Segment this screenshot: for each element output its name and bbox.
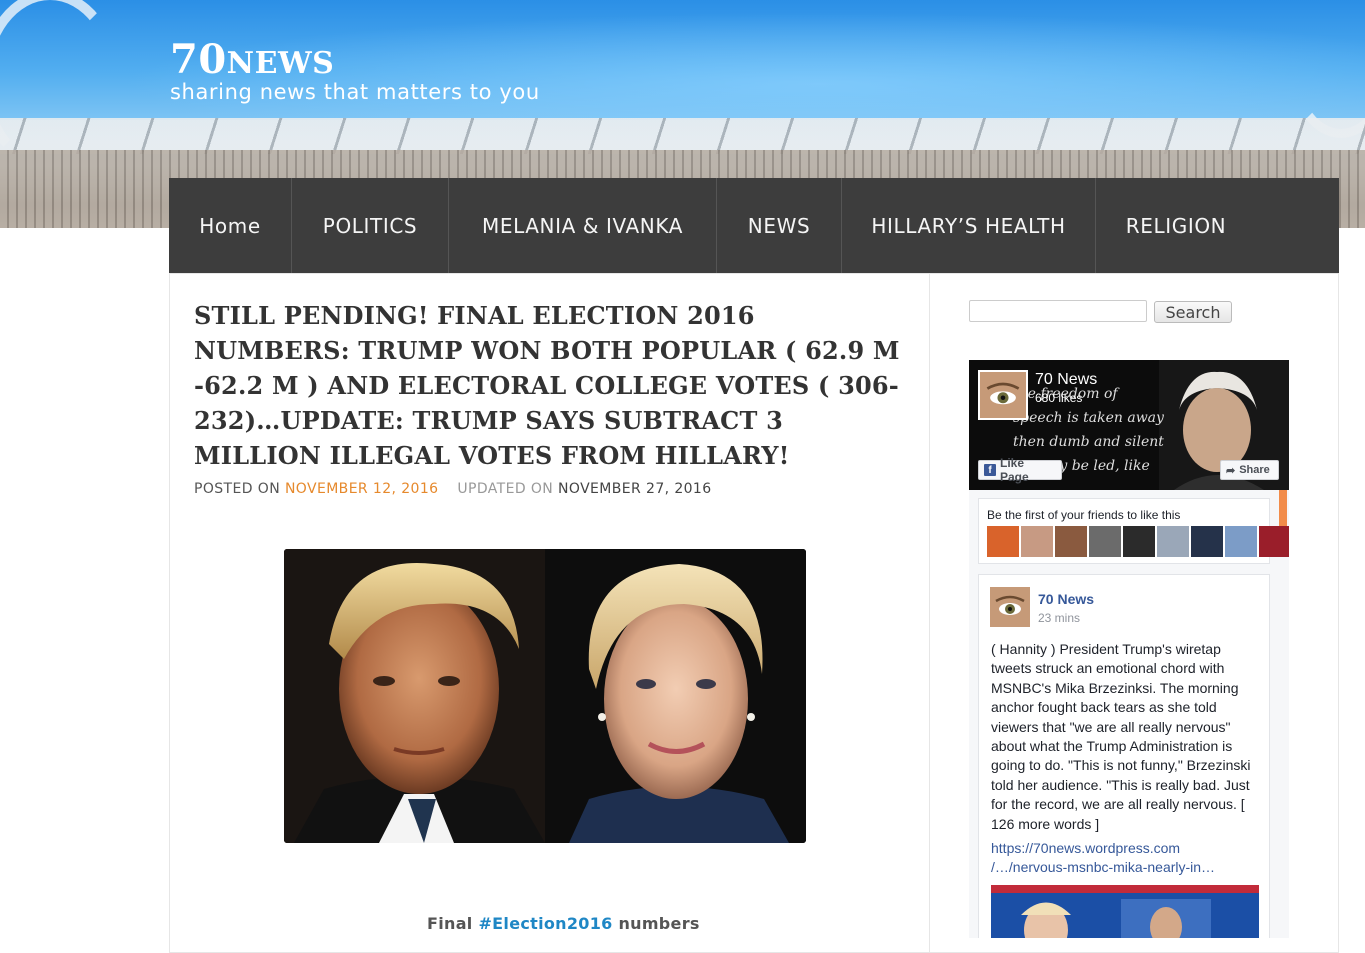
search-button[interactable]: Search [1154, 301, 1232, 323]
friend-avatars [987, 526, 1289, 557]
fb-page-name[interactable]: 70 News [1035, 371, 1097, 389]
article-photo [284, 549, 806, 843]
post-text: ( Hannity ) President Trump's wiretap tw… [991, 641, 1251, 832]
nav-item-news[interactable]: NEWS [717, 178, 842, 273]
facebook-post: 70 News 23 mins ( Hannity ) President Tr… [978, 574, 1270, 938]
main-nav: Home POLITICS MELANIA & IVANKA NEWS HILL… [169, 178, 1339, 273]
updated-date: NOVEMBER 27, 2016 [558, 481, 712, 497]
post-image[interactable] [991, 885, 1259, 938]
share-button[interactable]: ➦ Share [1220, 460, 1279, 480]
article-photo-graphic [284, 549, 806, 843]
friend-avatar[interactable] [1089, 526, 1121, 557]
search-input[interactable] [969, 300, 1147, 322]
post-meta: POSTED ON NOVEMBER 12, 2016 UPDATED ON N… [194, 481, 712, 497]
friends-box: Be the first of your friends to like thi… [978, 498, 1289, 564]
posted-label: POSTED ON [194, 481, 281, 497]
friend-avatar[interactable] [1055, 526, 1087, 557]
share-arrow-icon: ➦ [1226, 464, 1236, 477]
post-link[interactable]: https://70news.wordpress.com /…/nervous-… [991, 839, 1263, 878]
hashtag-link[interactable]: #Election2016 [478, 914, 612, 933]
page-avatar[interactable] [978, 370, 1028, 420]
post-image-graphic [991, 885, 1259, 938]
friend-avatar[interactable] [1157, 526, 1189, 557]
friend-avatar[interactable] [1191, 526, 1223, 557]
caption-suffix: numbers [612, 914, 700, 933]
post-link-line-1[interactable]: https://70news.wordpress.com [991, 839, 1263, 858]
facebook-page-widget: the freedom of speech is taken away then… [969, 360, 1289, 938]
site-title-rest[interactable]: NEWS [227, 46, 335, 81]
friend-avatar[interactable] [1123, 526, 1155, 557]
nav-item-home[interactable]: Home [169, 178, 292, 273]
nav-item-politics[interactable]: POLITICS [292, 178, 449, 273]
share-label: Share [1239, 464, 1270, 476]
site-title-prefix[interactable]: 70 [170, 36, 227, 83]
nav-item-melania-ivanka[interactable]: MELANIA & IVANKA [449, 178, 717, 273]
post-title: Still Pending! Final Election 2016 Numbe… [194, 301, 900, 470]
nav-item-religion[interactable]: RELIGION [1096, 178, 1256, 273]
facebook-f-icon: f [984, 464, 996, 476]
facebook-cover[interactable]: the freedom of speech is taken away then… [969, 360, 1289, 490]
friend-avatar[interactable] [1259, 526, 1289, 557]
post-link-line-2[interactable]: /…/nervous-msnbc-mika-nearly-in… [991, 858, 1263, 877]
site-title[interactable]: 70NEWS [170, 36, 334, 83]
friend-avatar[interactable] [987, 526, 1019, 557]
banner-pool-edge [0, 118, 1365, 154]
friends-text: Be the first of your friends to like thi… [987, 508, 1181, 522]
caption-prefix: Final [427, 914, 479, 933]
sidebar-divider [929, 273, 930, 953]
like-page-button[interactable]: f Like Page [978, 456, 1062, 484]
post-author-name[interactable]: 70 News [1038, 591, 1094, 607]
nav-item-hillarys-health[interactable]: HILLARY’S HEALTH [842, 178, 1096, 273]
updated-label: UPDATED ON [457, 481, 554, 497]
friend-avatar[interactable] [1021, 526, 1053, 557]
site-tagline: sharing news that matters to you [170, 80, 540, 104]
like-page-label: Like Page [1000, 456, 1029, 484]
photo-caption: Final #Election2016 numbers [427, 914, 700, 933]
posted-date-link[interactable]: NOVEMBER 12, 2016 [285, 481, 439, 497]
post-timestamp[interactable]: 23 mins [1038, 611, 1080, 625]
fb-like-count: 680 likes [1035, 391, 1083, 405]
post-author-avatar[interactable] [990, 587, 1030, 627]
friend-avatar[interactable] [1225, 526, 1257, 557]
